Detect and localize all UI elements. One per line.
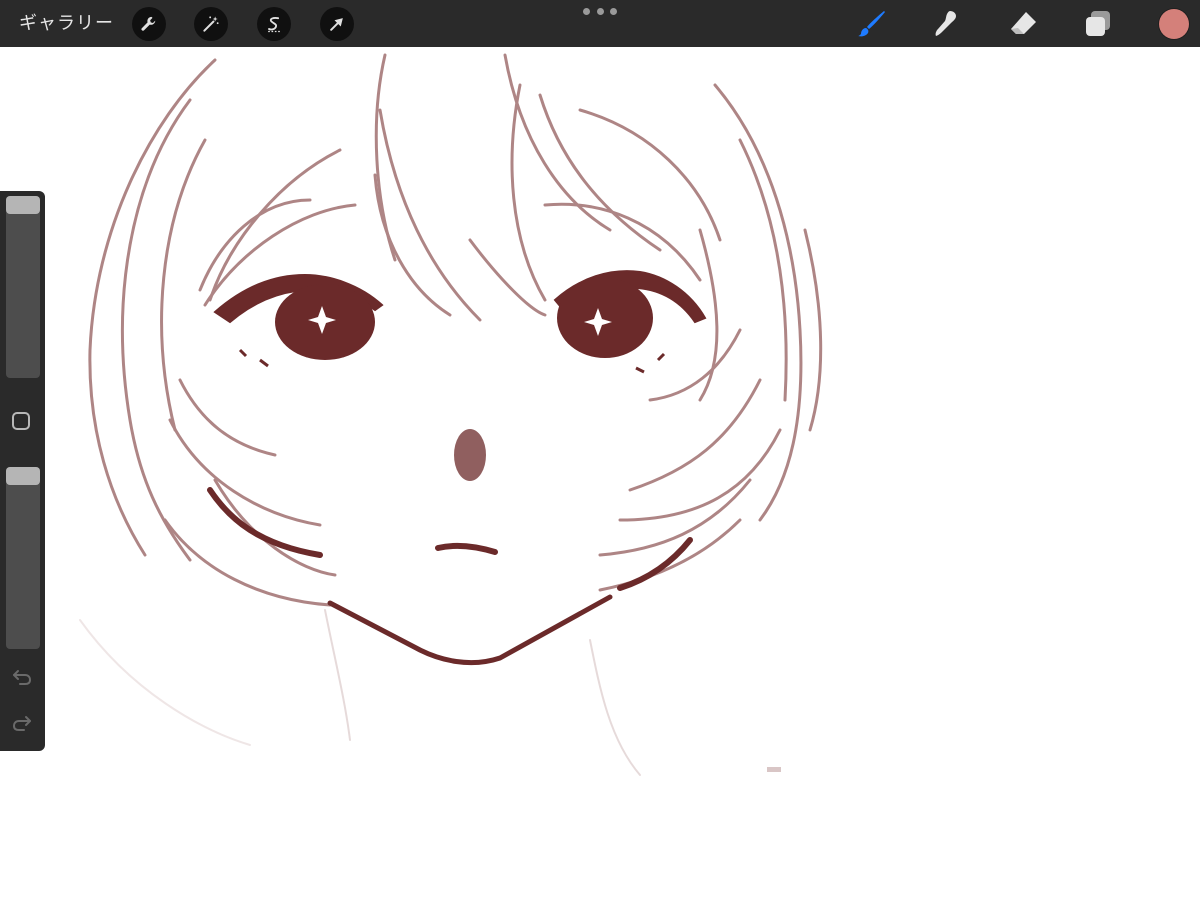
magic-wand-icon [203,16,219,32]
selection-button[interactable] [257,7,291,41]
grip-dot [610,7,617,15]
wrench-icon [141,16,156,31]
gallery-button[interactable]: ギャラリー [19,0,114,47]
arrow-cursor-icon [330,18,343,31]
undo-icon [13,670,32,685]
brush-size-slider-thumb[interactable] [6,196,40,214]
adjustments-button[interactable] [194,7,228,41]
brush-tool-button[interactable] [854,7,890,41]
redo-icon [12,716,31,731]
top-toolbar: ギャラリー [0,0,1200,47]
sketch-artwork [79,53,823,776]
brush-size-slider[interactable] [6,196,40,378]
undo-button[interactable] [10,666,34,688]
left-sidebar [0,191,45,751]
color-picker-button[interactable] [1159,9,1189,39]
brush-icon [858,11,885,37]
redo-button[interactable] [10,712,34,734]
drawing-canvas[interactable] [0,47,1200,900]
eraser-icon [1011,12,1036,34]
actions-button[interactable] [132,7,166,41]
modify-button[interactable] [12,412,30,430]
smudge-finger-icon [935,11,956,36]
selection-s-icon [268,17,280,33]
grip-dot [583,7,590,15]
smudge-tool-button[interactable] [928,7,964,41]
opacity-slider-thumb[interactable] [6,467,40,485]
layers-icon [1086,11,1110,36]
toolbar-grip-handle[interactable] [583,6,617,16]
layers-button[interactable] [1080,7,1116,41]
transform-button[interactable] [320,7,354,41]
grip-dot [596,7,604,15]
eraser-tool-button[interactable] [1005,7,1041,41]
opacity-slider[interactable] [6,467,40,649]
